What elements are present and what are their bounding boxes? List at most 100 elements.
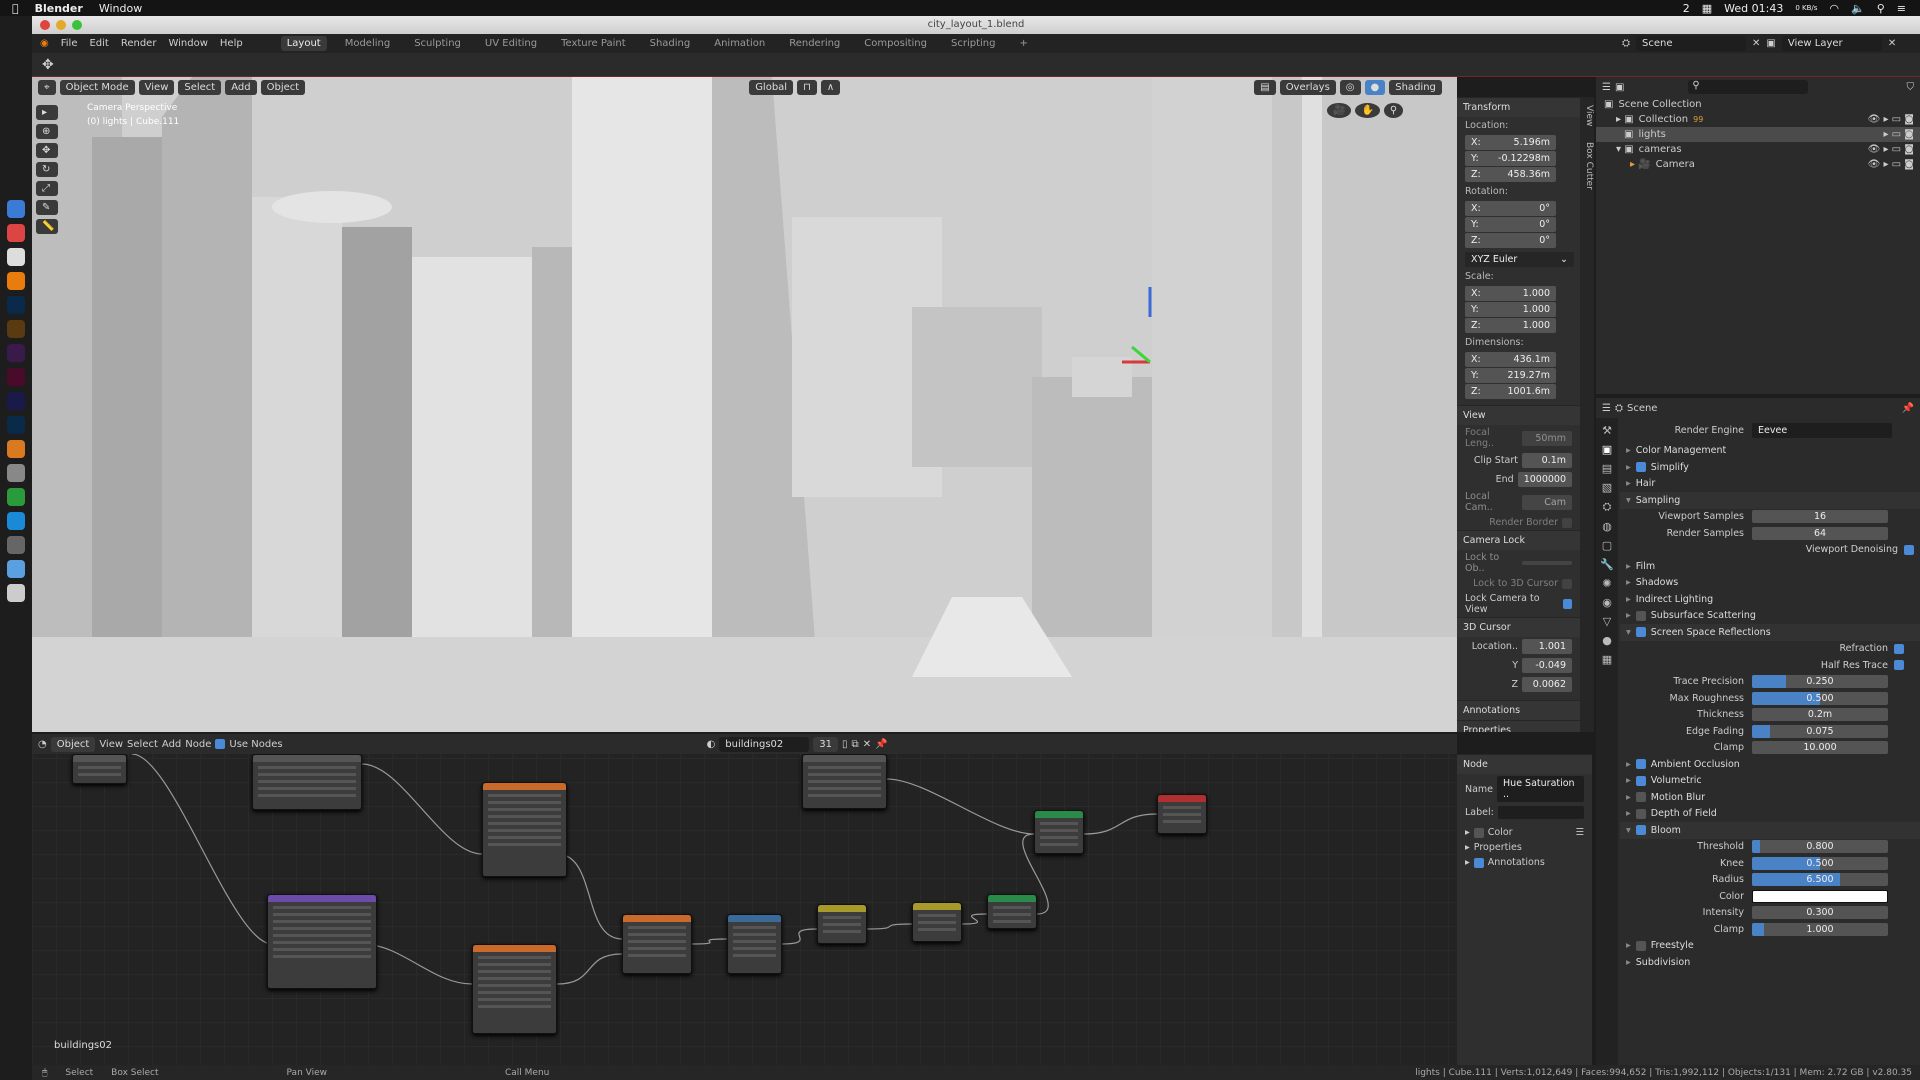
panel-freestyle[interactable]: ▸ Freestyle: [1620, 938, 1920, 955]
tab-rendering[interactable]: Rendering: [783, 36, 846, 51]
local-camera-field[interactable]: Cam: [1522, 494, 1572, 510]
rotation-y-field[interactable]: Y: 0°: [1465, 217, 1556, 232]
app-icon[interactable]: [7, 248, 25, 266]
shader-node[interactable]: [72, 754, 127, 784]
shader-node[interactable]: [727, 914, 782, 974]
intensity-slider[interactable]: 0.300: [1752, 906, 1888, 920]
scene-selector[interactable]: Scene: [1636, 36, 1746, 51]
menu-file[interactable]: File: [61, 38, 78, 49]
tab-texture-paint[interactable]: Texture Paint: [555, 36, 632, 51]
outliner-item[interactable]: ▣ Scene Collection: [1596, 97, 1920, 112]
scene-icon[interactable]: ⛭: [1622, 38, 1630, 49]
collapsed-icon[interactable]: ▸: [1626, 478, 1631, 489]
app-menu[interactable]: Blender: [35, 2, 83, 15]
3d-viewport[interactable]: ⌖ Object Mode View Select Add Object Glo…: [32, 77, 1457, 732]
mode-dropdown[interactable]: Object Mode: [59, 79, 135, 95]
shader-node[interactable]: [987, 894, 1037, 929]
panel-checkbox[interactable]: [1635, 610, 1646, 621]
app-icon[interactable]: [7, 464, 25, 482]
calendar-icon[interactable]: ▦: [1702, 2, 1712, 15]
blender-logo-icon[interactable]: ◉: [40, 38, 49, 49]
scale-z-field[interactable]: Z: 1.000: [1465, 318, 1556, 333]
tab-sculpting[interactable]: Sculpting: [408, 36, 467, 51]
lightroom-icon[interactable]: [7, 416, 25, 434]
annotate-tool-icon[interactable]: ✎: [36, 200, 58, 215]
lock-camera-to-view-checkbox[interactable]: [1562, 599, 1572, 609]
shader-node[interactable]: [1157, 794, 1207, 834]
clamp-slider[interactable]: 10.000: [1752, 741, 1888, 755]
shader-node[interactable]: [1034, 810, 1084, 854]
shader-node[interactable]: [817, 904, 867, 944]
viewport-samples-field[interactable]: 16: [1752, 510, 1888, 524]
scale-y-field[interactable]: Y: 1.000: [1465, 302, 1556, 317]
max-roughness-slider[interactable]: 0.500: [1752, 691, 1888, 705]
list-icon[interactable]: ≡: [1897, 2, 1906, 15]
collapsed-icon[interactable]: ▸: [1626, 610, 1631, 621]
shader-node[interactable]: [252, 754, 362, 810]
shader-node[interactable]: [472, 944, 557, 1034]
menu-object[interactable]: Object: [260, 79, 306, 95]
proportional-icon[interactable]: ∧: [820, 79, 841, 95]
rotation-mode-dropdown[interactable]: XYZ Euler ⌄: [1465, 252, 1574, 267]
modifier-tab-icon[interactable]: 🔧: [1600, 558, 1614, 571]
menu-node[interactable]: Node: [185, 739, 211, 750]
shading-dropdown[interactable]: Shading: [1389, 79, 1442, 95]
rotation-x-field[interactable]: X: 0°: [1465, 201, 1556, 216]
dimensions-x-field[interactable]: X: 436.1m: [1465, 352, 1556, 367]
edge-fading-slider[interactable]: 0.075: [1752, 724, 1888, 738]
shading-solid-icon[interactable]: ●: [1364, 79, 1386, 95]
close-icon[interactable]: ✕: [1888, 38, 1896, 49]
bridge-icon[interactable]: [7, 320, 25, 338]
panel-hair[interactable]: ▸ Hair: [1620, 476, 1920, 493]
dimensions-z-field[interactable]: Z: 1001.6m: [1465, 384, 1556, 399]
dimensions-y-field[interactable]: Y: 219.27m: [1465, 368, 1556, 383]
expanded-icon[interactable]: ▾: [1626, 495, 1631, 506]
node-properties-header[interactable]: Properties: [1474, 842, 1522, 853]
transform-header[interactable]: Transform: [1457, 97, 1580, 117]
location-x-field[interactable]: X: 5.196m: [1465, 135, 1556, 150]
cursor-tool-icon[interactable]: ⊕: [36, 124, 58, 139]
window-menu[interactable]: Window: [99, 2, 142, 15]
menu-help[interactable]: Help: [220, 38, 243, 49]
physics-tab-icon[interactable]: ◉: [1602, 596, 1612, 609]
view-layer-selector[interactable]: View Layer: [1781, 36, 1882, 51]
camera-lock-header[interactable]: Camera Lock: [1457, 530, 1580, 550]
scene-tab-icon[interactable]: ⛭: [1603, 500, 1612, 514]
material-tab-icon[interactable]: ●: [1602, 634, 1612, 647]
render-engine-dropdown[interactable]: Eevee: [1752, 422, 1892, 438]
lock-to-cursor-checkbox[interactable]: [1562, 578, 1572, 589]
panel-shadows[interactable]: ▸ Shadows: [1620, 575, 1920, 592]
gizmo-icon[interactable]: ▤: [1254, 79, 1276, 95]
indesign-icon[interactable]: [7, 368, 25, 386]
fake-user-icon[interactable]: ▯: [842, 739, 848, 750]
shading-wire-icon[interactable]: ◎: [1339, 79, 1361, 95]
radius-slider[interactable]: 6.500: [1752, 873, 1888, 887]
spotify-icon[interactable]: [7, 488, 25, 506]
scale-tool-icon[interactable]: ⤢: [36, 181, 58, 196]
filter-icon[interactable]: ⛉: [1907, 82, 1915, 93]
render-tab-icon[interactable]: ▣: [1602, 443, 1612, 456]
search-icon[interactable]: ⚲: [1877, 2, 1885, 15]
close-icon[interactable]: ✕: [863, 739, 871, 750]
node-name-field[interactable]: Hue Saturation ..: [1497, 776, 1584, 802]
tab-shading[interactable]: Shading: [644, 36, 697, 51]
clip-end-field[interactable]: 1000000: [1517, 472, 1572, 487]
menu-add[interactable]: Add: [162, 739, 181, 750]
material-selector[interactable]: buildings02: [719, 736, 810, 752]
menu-select[interactable]: Select: [178, 79, 222, 95]
editor-type-icon[interactable]: ⌖: [38, 79, 56, 95]
apple-icon[interactable]: : [12, 2, 19, 15]
shader-node[interactable]: [912, 902, 962, 942]
clock[interactable]: Wed 01:43: [1724, 2, 1783, 15]
tab-scripting[interactable]: Scripting: [945, 36, 1001, 51]
measure-tool-icon[interactable]: 📏: [36, 219, 58, 234]
panel-checkbox[interactable]: [1635, 792, 1646, 803]
lock-to-object-field[interactable]: [1522, 561, 1572, 565]
menu-edit[interactable]: Edit: [89, 38, 108, 49]
material-users-count[interactable]: 31: [813, 736, 839, 752]
view-layer-icon[interactable]: ▣: [1766, 38, 1775, 49]
premiere-icon[interactable]: [7, 344, 25, 362]
zoom-button[interactable]: [72, 20, 82, 30]
close-button[interactable]: [40, 20, 50, 30]
color-slider[interactable]: [1752, 889, 1888, 903]
